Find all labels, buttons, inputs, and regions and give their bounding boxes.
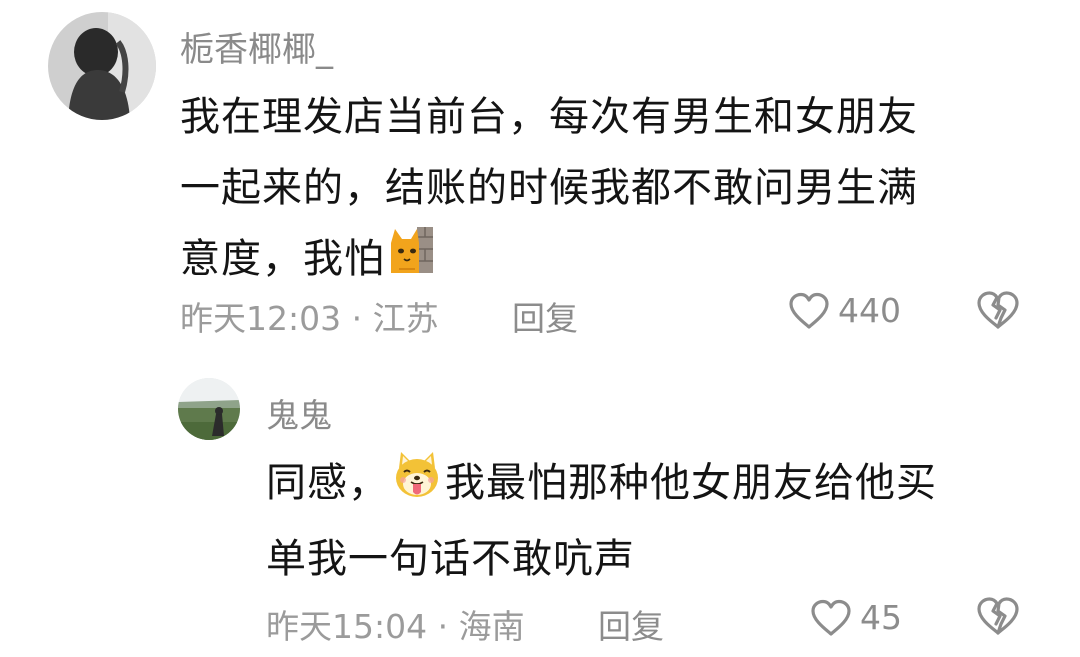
heart-outline-icon (789, 292, 829, 329)
comment-meta: 昨天12:03 · 江苏 (180, 299, 439, 338)
comment-text-line: 意度，我怕 (180, 224, 1010, 298)
comment-text: 同感， 我最怕那种他女朋友给他买 单我一句话不敢吭声 (266, 447, 1026, 595)
comment-text-line: 一起来的，结账的时候我都不敢问男生满 (180, 165, 918, 211)
reply-button[interactable]: 回复 (512, 292, 578, 340)
comment-meta: 昨天15:04 · 海南 (266, 607, 525, 646)
user-avatar[interactable] (178, 378, 240, 440)
comment-text-line: 同感， 我最怕那种他女朋友给他买 (266, 447, 1026, 523)
heart-outline-icon (811, 599, 851, 636)
broken-heart-icon (977, 291, 1019, 329)
comment-text-segment: 意度，我怕 (180, 236, 385, 282)
comment-text-line: 我在理发店当前台，每次有男生和女朋友 (180, 94, 918, 140)
shiba-dog-tongue-emoji (391, 448, 443, 523)
comment-text-segment: 同感， (266, 460, 389, 506)
like-count: 440 (838, 291, 901, 330)
like-count: 45 (860, 598, 902, 637)
user-avatar-image (48, 12, 156, 120)
like-button[interactable]: 440 (788, 291, 901, 330)
username[interactable]: 鬼鬼 (266, 389, 332, 437)
user-avatar[interactable] (48, 12, 156, 120)
comment-text-line: 单我一句话不敢吭声 (266, 535, 635, 582)
broken-heart-icon (977, 597, 1019, 635)
comment-text: 我在理发店当前台，每次有男生和女朋友 一起来的，结账的时候我都不敢问男生满 意度… (180, 82, 1010, 298)
like-button[interactable]: 45 (810, 598, 902, 637)
dislike-button[interactable] (975, 596, 1021, 636)
cat-peeking-wall-emoji (387, 225, 435, 298)
username[interactable]: 栀香椰椰_ (180, 22, 333, 71)
dislike-button[interactable] (975, 290, 1021, 330)
comment-text-segment: 我最怕那种他女朋友给他买 (445, 460, 937, 506)
user-avatar-image (178, 378, 240, 440)
reply-button[interactable]: 回复 (598, 600, 664, 648)
